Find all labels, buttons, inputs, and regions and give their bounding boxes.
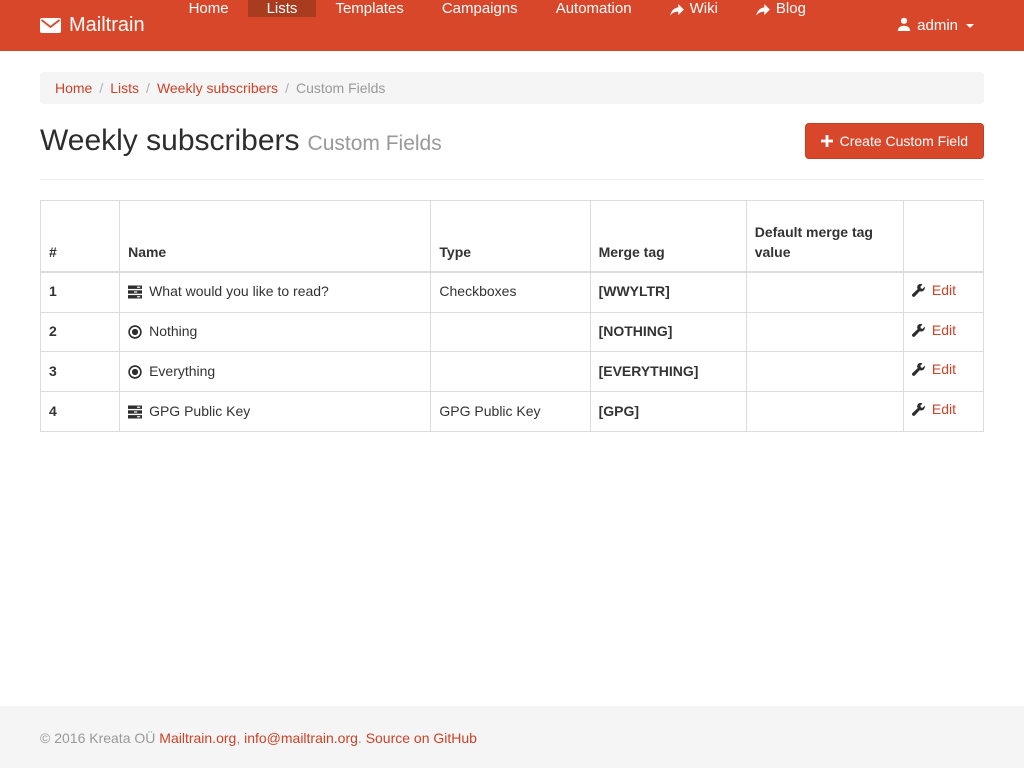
breadcrumb-lists[interactable]: Lists bbox=[110, 80, 139, 96]
breadcrumb: Home / Lists / Weekly subscribers / Cust… bbox=[40, 72, 984, 104]
col-merge-tag: Merge tag bbox=[590, 201, 746, 272]
table-header-row: # Name Type Merge tag Default merge tag … bbox=[41, 201, 984, 272]
nav-item-lists[interactable]: Lists bbox=[248, 0, 317, 17]
merge-tag: [WWYLTR] bbox=[590, 272, 746, 312]
breadcrumb-weekly-subscribers[interactable]: Weekly subscribers bbox=[157, 80, 278, 96]
nav-item-templates[interactable]: Templates bbox=[316, 0, 422, 17]
user-icon bbox=[897, 17, 911, 35]
wrench-icon bbox=[912, 363, 926, 377]
wrench-icon bbox=[912, 403, 926, 417]
user-menu[interactable]: admin bbox=[887, 0, 984, 51]
table-row: 4 GPG Public Key GPG Public Key [GPG] Ed… bbox=[41, 392, 984, 432]
user-label: admin bbox=[917, 17, 958, 34]
col-default-merge-tag-value: Default merge tag value bbox=[746, 201, 903, 272]
edit-link[interactable]: Edit bbox=[912, 321, 956, 341]
main-nav: Home Lists Templates Campaigns Automatio… bbox=[170, 0, 825, 51]
page-title: Weekly subscribersCustom Fields bbox=[40, 124, 442, 158]
default-merge-tag-value bbox=[746, 392, 903, 432]
field-type bbox=[431, 352, 590, 392]
record-icon bbox=[128, 365, 142, 379]
caret-down-icon bbox=[966, 24, 974, 28]
tasks-icon bbox=[128, 405, 142, 419]
field-type bbox=[431, 312, 590, 352]
nav-item-home[interactable]: Home bbox=[170, 0, 248, 17]
footer-link-email[interactable]: info@mailtrain.org bbox=[244, 730, 358, 746]
record-icon bbox=[128, 325, 142, 339]
merge-tag: [NOTHING] bbox=[590, 312, 746, 352]
main-content: Home / Lists / Weekly subscribers / Cust… bbox=[0, 51, 1024, 706]
merge-tag: [GPG] bbox=[590, 392, 746, 432]
breadcrumb-current: Custom Fields bbox=[296, 80, 385, 96]
divider bbox=[40, 179, 984, 180]
field-name: Nothing bbox=[149, 322, 197, 342]
default-merge-tag-value bbox=[746, 352, 903, 392]
page-subtitle: Custom Fields bbox=[308, 132, 442, 155]
table-row: 3 Everything [EVERYTHING] Edit bbox=[41, 352, 984, 392]
brand-link[interactable]: Mailtrain bbox=[0, 0, 160, 51]
wrench-icon bbox=[912, 324, 926, 338]
col-index: # bbox=[41, 201, 120, 272]
share-arrow-icon bbox=[756, 4, 770, 16]
col-type: Type bbox=[431, 201, 590, 272]
edit-link[interactable]: Edit bbox=[912, 281, 956, 301]
page-footer: © 2016 Kreata OÜ Mailtrain.org, info@mai… bbox=[0, 706, 1024, 768]
merge-tag: [EVERYTHING] bbox=[590, 352, 746, 392]
field-type: Checkboxes bbox=[431, 272, 590, 312]
plus-icon bbox=[821, 135, 833, 147]
top-navbar: Mailtrain Home Lists Templates Campaigns… bbox=[0, 0, 1024, 51]
footer-link-github[interactable]: Source on GitHub bbox=[366, 730, 477, 746]
nav-item-campaigns[interactable]: Campaigns bbox=[423, 0, 537, 17]
tasks-icon bbox=[128, 285, 142, 299]
nav-item-automation[interactable]: Automation bbox=[537, 0, 651, 17]
wrench-icon bbox=[912, 284, 926, 298]
default-merge-tag-value bbox=[746, 312, 903, 352]
share-arrow-icon bbox=[670, 4, 684, 16]
edit-link[interactable]: Edit bbox=[912, 400, 956, 420]
field-name: Everything bbox=[149, 362, 215, 382]
field-type: GPG Public Key bbox=[431, 392, 590, 432]
copyright: © 2016 Kreata OÜ bbox=[40, 730, 155, 746]
table-row: 2 Nothing [NOTHING] Edit bbox=[41, 312, 984, 352]
footer-link-mailtrain[interactable]: Mailtrain.org bbox=[159, 730, 236, 746]
breadcrumb-home[interactable]: Home bbox=[55, 80, 92, 96]
col-name: Name bbox=[120, 201, 431, 272]
brand-label: Mailtrain bbox=[69, 14, 145, 37]
custom-fields-table: # Name Type Merge tag Default merge tag … bbox=[40, 200, 984, 432]
envelope-icon bbox=[40, 18, 61, 33]
create-custom-field-button[interactable]: Create Custom Field bbox=[805, 123, 984, 159]
col-actions bbox=[903, 201, 983, 272]
field-name: What would you like to read? bbox=[149, 282, 329, 302]
table-row: 1 What would you like to read? Checkboxe… bbox=[41, 272, 984, 312]
nav-item-blog[interactable]: Blog bbox=[737, 0, 825, 17]
default-merge-tag-value bbox=[746, 272, 903, 312]
edit-link[interactable]: Edit bbox=[912, 360, 956, 380]
field-name: GPG Public Key bbox=[149, 402, 250, 422]
nav-item-wiki[interactable]: Wiki bbox=[651, 0, 737, 17]
